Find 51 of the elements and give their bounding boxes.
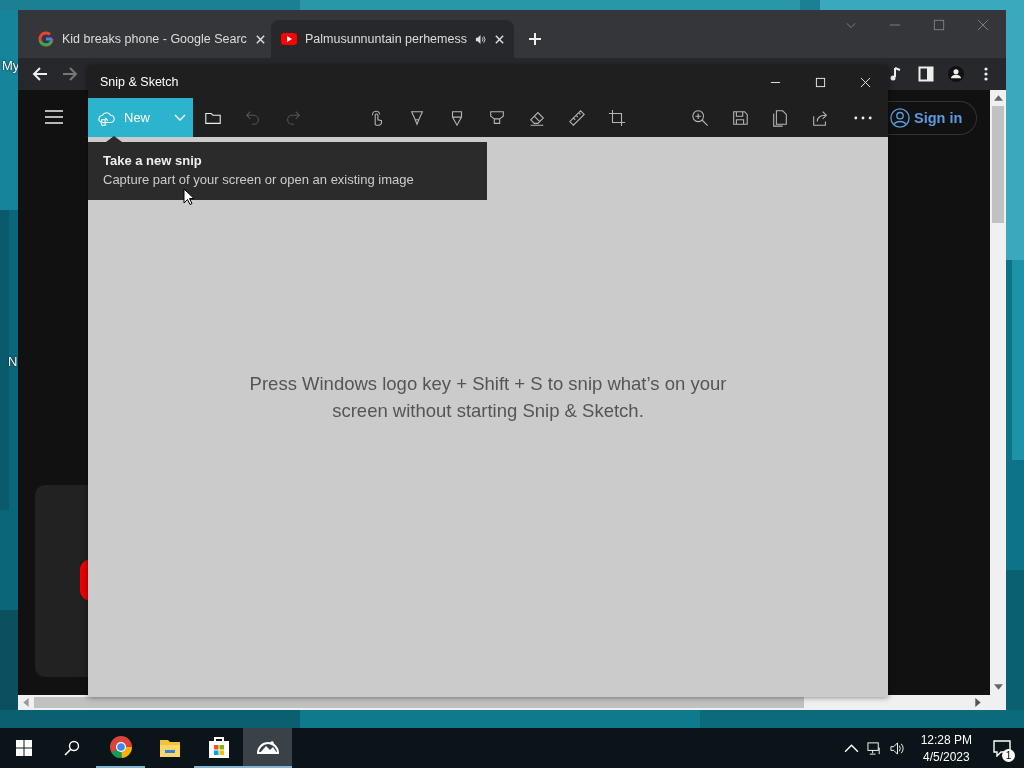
tooltip-text: Capture part of your screen or open an existing image	[103, 172, 415, 187]
clock-time: 12:28 PM	[920, 732, 972, 747]
window-title: Snip & Sketch	[100, 75, 179, 89]
video-card[interactable]	[35, 485, 88, 677]
speech-bubble-icon	[993, 739, 1011, 757]
save-icon	[731, 108, 749, 127]
notifications-button[interactable]: 1	[980, 728, 1024, 768]
back-icon[interactable]	[32, 66, 48, 82]
notification-count: 1	[1002, 749, 1015, 762]
highlighter-icon	[488, 108, 506, 127]
search-icon	[64, 740, 80, 756]
store-bag-icon	[206, 735, 231, 759]
chevron-down-icon	[173, 113, 186, 122]
instruction-text: Press Windows logo key + Shift + S to snip what’s on your screen without starting Snip & Sketch.	[248, 372, 728, 423]
round-logo-icon	[80, 560, 88, 600]
chrome-icon	[108, 735, 133, 759]
browser-tab[interactable]: Kid breaks phone - Google Searc	[28, 20, 271, 58]
scroll-down-icon[interactable]	[993, 684, 1003, 690]
vertical-scrollbar[interactable]	[990, 90, 1006, 695]
volume-icon[interactable]	[889, 740, 905, 756]
snip-taskbar-button[interactable]	[243, 728, 292, 768]
copy-icon	[771, 108, 789, 127]
tab-title: Palmusunnuntain perhemess	[305, 32, 467, 46]
profile-icon[interactable]	[948, 66, 964, 82]
scrollbar-thumb[interactable]	[992, 106, 1004, 223]
tooltip-title: Take a new snip	[103, 153, 203, 168]
new-tab-icon[interactable]	[528, 32, 542, 46]
zoom-in-icon	[691, 108, 709, 127]
crop-icon	[608, 108, 626, 127]
windows-logo-icon	[16, 740, 32, 756]
ruler-icon	[568, 108, 586, 127]
network-icon[interactable]	[866, 740, 882, 756]
sign-in-button[interactable]: Sign in	[888, 101, 978, 135]
speaker-icon[interactable]	[474, 33, 486, 45]
tab-title: Kid breaks phone - Google Searc	[62, 32, 247, 46]
scroll-right-icon[interactable]	[975, 698, 981, 707]
play-logo-icon	[281, 31, 297, 47]
close-icon[interactable]	[493, 33, 505, 45]
more-icon	[854, 115, 872, 120]
side-panel-icon[interactable]	[918, 66, 934, 82]
menu-icon[interactable]	[45, 110, 63, 124]
person-icon	[890, 108, 910, 128]
forward-icon[interactable]	[62, 66, 78, 82]
clock[interactable]: 12:28 PM 4/5/2023	[912, 732, 980, 764]
scroll-up-icon[interactable]	[993, 95, 1003, 101]
clock-date: 4/5/2023	[922, 749, 970, 764]
google-icon	[38, 31, 54, 47]
pen-icon	[408, 108, 426, 127]
cursor-icon	[183, 188, 195, 206]
browser-tab[interactable]: Palmusunnuntain perhemess	[271, 20, 514, 58]
scrollbar-thumb[interactable]	[34, 697, 804, 708]
